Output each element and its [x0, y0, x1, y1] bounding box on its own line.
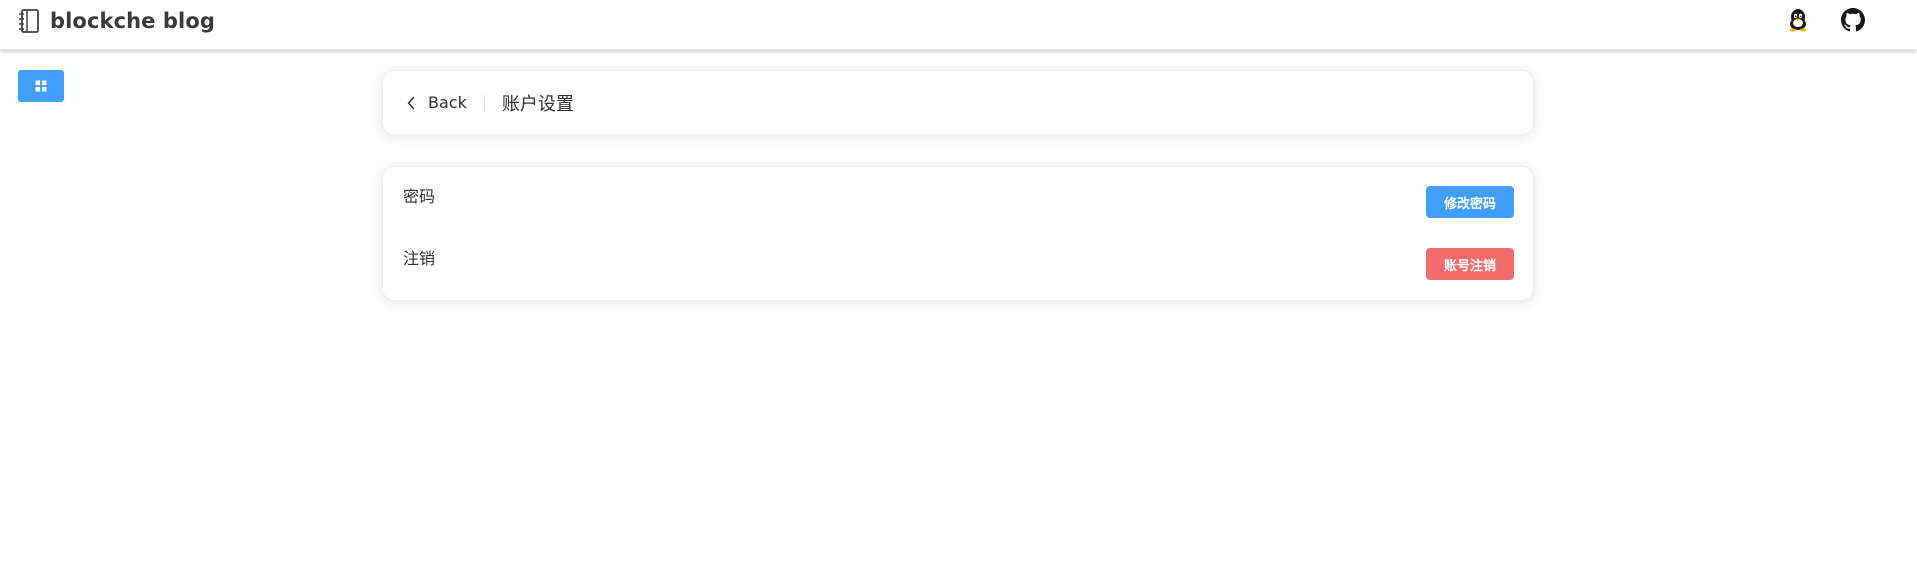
page-header: Back 账户设置	[403, 71, 574, 134]
brand-name: blockche blog	[50, 9, 216, 33]
header-divider	[483, 94, 485, 111]
github-icon[interactable]	[1839, 6, 1867, 34]
top-navbar: blockche blog	[0, 0, 1917, 50]
page-title: 账户设置	[501, 93, 574, 115]
deactivate-label: 注销	[403, 249, 436, 268]
qq-icon[interactable]	[1784, 6, 1812, 34]
settings-row-password: 密码 修改密码	[403, 186, 1514, 220]
chevron-left-icon	[403, 95, 419, 111]
account-settings-card: 密码 修改密码 注销 账号注销	[382, 166, 1534, 301]
password-label: 密码	[403, 187, 436, 206]
settings-row-deactivate: 注销 账号注销	[403, 248, 1514, 282]
change-password-button[interactable]: 修改密码	[1426, 186, 1514, 218]
page-header-card: Back 账户设置	[382, 70, 1534, 135]
grid-icon	[35, 77, 47, 96]
deactivate-account-button[interactable]: 账号注销	[1426, 248, 1514, 280]
brand-link[interactable]: blockche blog	[18, 6, 215, 36]
notebook-icon	[18, 9, 40, 33]
back-label: Back	[428, 93, 467, 112]
menu-toggle-button[interactable]	[18, 70, 64, 102]
back-button[interactable]: Back	[403, 93, 467, 112]
